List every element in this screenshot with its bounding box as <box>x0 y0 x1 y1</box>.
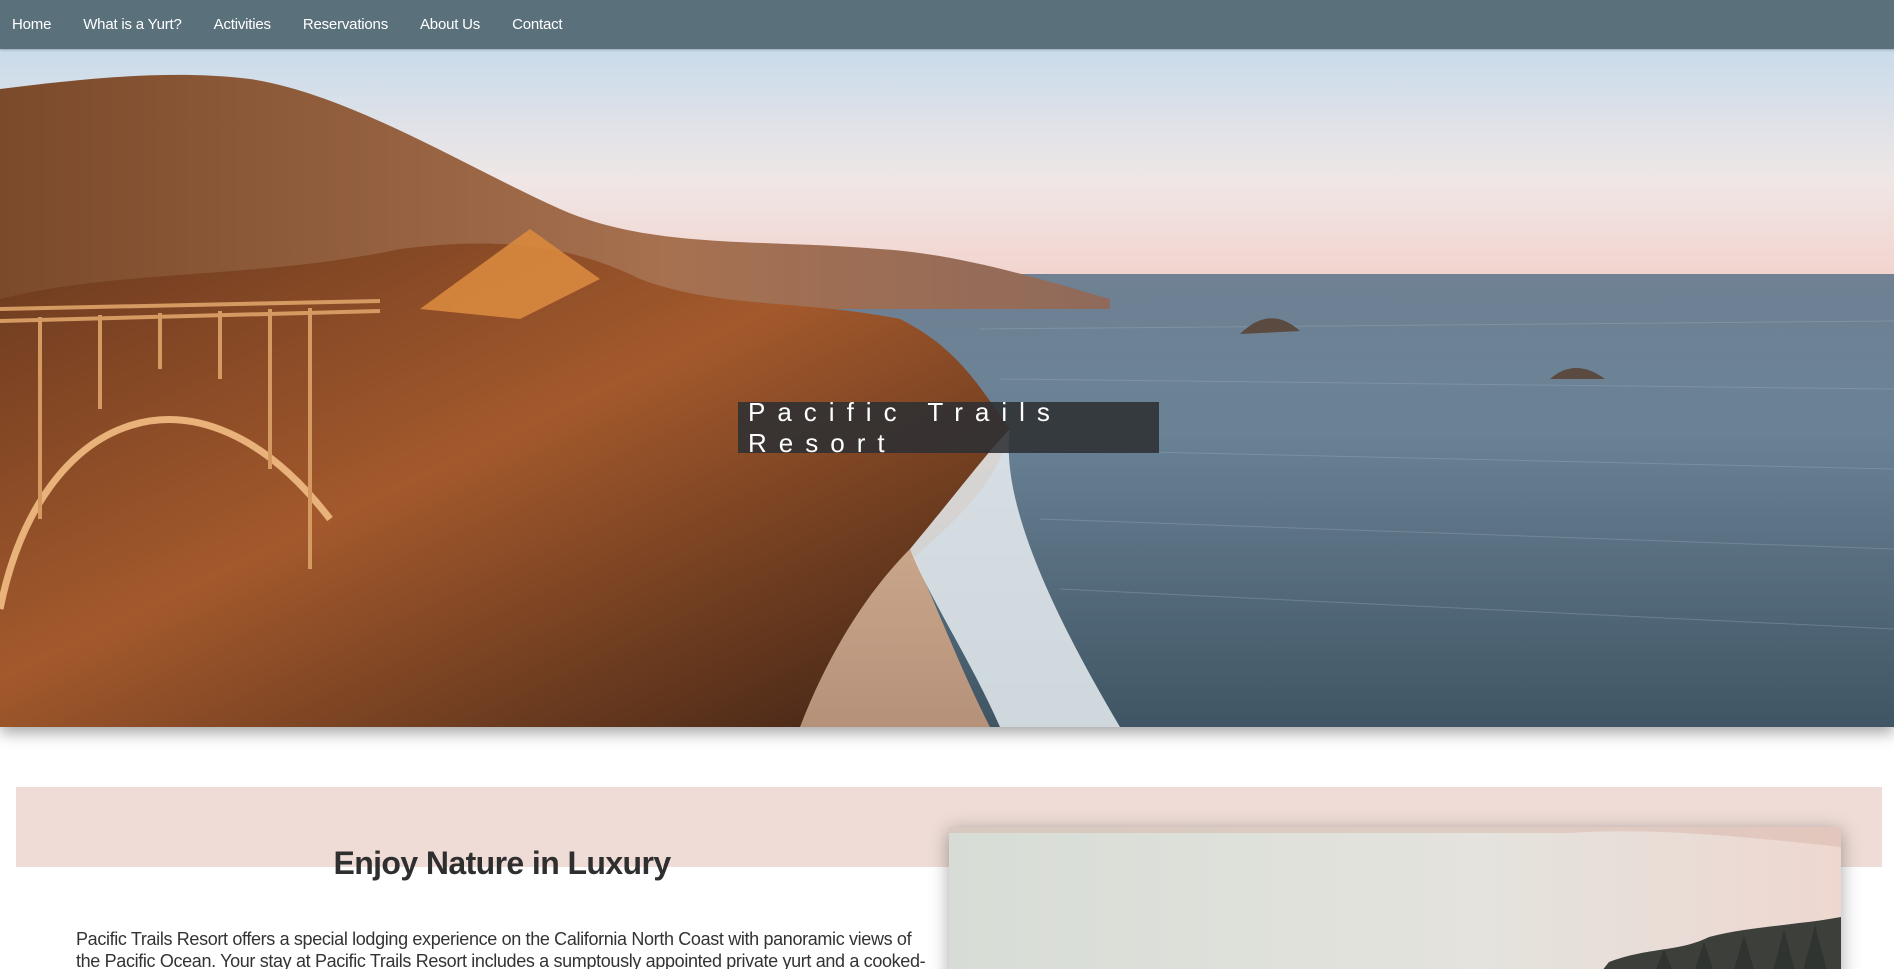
nav-reservations-link[interactable]: Reservations <box>303 0 388 49</box>
hero-title: Pacific Trails Resort <box>738 397 1159 458</box>
intro-paragraph: Pacific Trails Resort offers a special l… <box>76 929 926 969</box>
nav-about-link[interactable]: About Us <box>420 0 480 49</box>
nav-contact-link[interactable]: Contact <box>512 0 562 49</box>
hero-banner: Pacific Trails Resort <box>0 49 1894 727</box>
nav-activities-link[interactable]: Activities <box>214 0 271 49</box>
nav-yurt-link[interactable]: What is a Yurt? <box>83 0 182 49</box>
nav-home-link[interactable]: Home <box>12 0 51 49</box>
main-nav: Home What is a Yurt? Activities Reservat… <box>0 0 1894 49</box>
hero-image <box>0 49 1894 727</box>
side-photo <box>949 827 1841 969</box>
side-photo-image <box>949 827 1841 969</box>
section-heading: Enjoy Nature in Luxury <box>333 845 671 881</box>
